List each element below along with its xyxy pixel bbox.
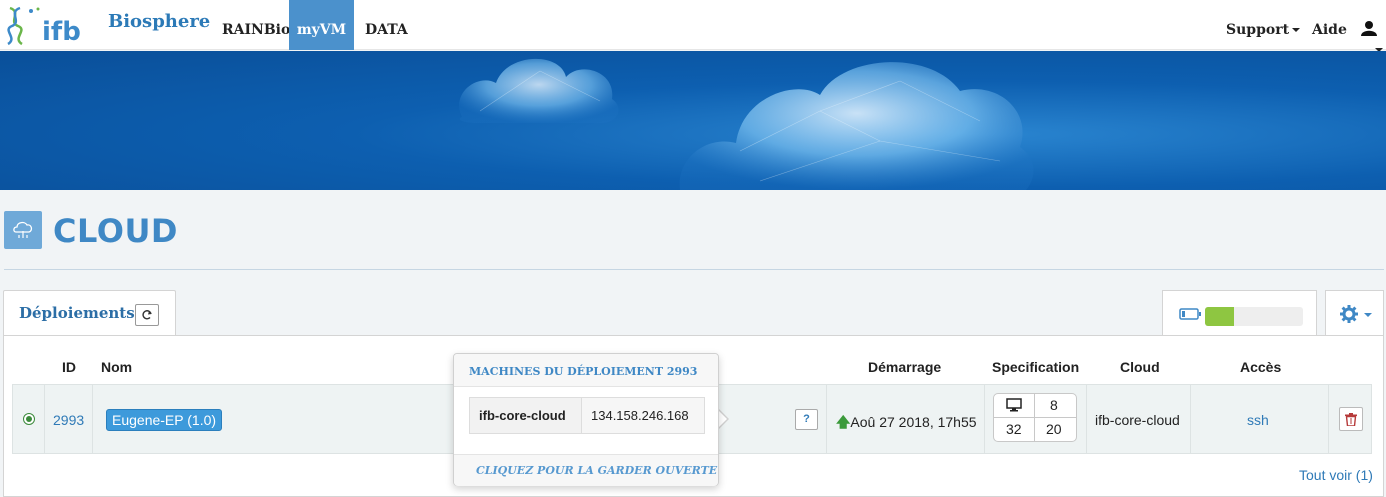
specification-box: 8 32 20 [993, 393, 1077, 442]
refresh-icon [142, 310, 152, 320]
top-navbar: ifb Biosphere RAINBio myVM DATA Support … [0, 0, 1386, 52]
tab-deployments-label: Déploiements [19, 304, 135, 322]
spec-cpu: 32 [1006, 421, 1022, 437]
column-divider [984, 384, 985, 454]
column-header-cloud: Cloud [1120, 359, 1160, 375]
machines-popover[interactable]: MACHINES DU DÉPLOIEMENT 2993 ifb-core-cl… [453, 353, 719, 486]
spec-machines: 8 [1050, 397, 1058, 413]
column-divider [1328, 384, 1329, 454]
delete-button[interactable] [1339, 407, 1363, 431]
battery-icon [1179, 308, 1201, 320]
popover-title: MACHINES DU DÉPLOIEMENT 2993 [469, 365, 698, 378]
column-divider [826, 384, 827, 454]
nav-aide[interactable]: Aide [1312, 0, 1347, 50]
start-date-text: Aoû 27 2018, 17h55 [850, 414, 977, 430]
see-all-link[interactable]: Tout voir (1) [1299, 467, 1373, 483]
hero-banner [0, 51, 1386, 190]
cloud-network-illustration [459, 58, 1034, 190]
monitor-icon [1006, 398, 1022, 412]
deployment-name-badge[interactable]: Eugene-EP (1.0) [106, 409, 223, 431]
ifb-logo[interactable]: ifb [4, 4, 88, 47]
column-header-access: Accès [1240, 359, 1282, 375]
spec-ram: 20 [1046, 421, 1062, 437]
column-divider [1086, 384, 1087, 454]
cloud-name: ifb-core-cloud [1095, 412, 1180, 428]
help-button[interactable]: ? [795, 409, 818, 430]
column-header-spec: Specification [992, 359, 1080, 375]
page-title: CLOUD [53, 212, 178, 250]
machine-ip: 134.158.246.168 [591, 408, 689, 423]
chevron-down-icon [1292, 28, 1301, 32]
column-divider [92, 384, 93, 454]
deployment-id-link[interactable]: 2993 [53, 412, 84, 428]
status-running-icon [23, 413, 35, 425]
title-divider [4, 269, 1384, 270]
user-menu[interactable] [1361, 20, 1385, 52]
nav-support-label: Support [1226, 22, 1290, 38]
column-divider [1190, 384, 1191, 454]
start-date: 🡅Aoû 27 2018, 17h55 [836, 412, 977, 436]
nav-myvm[interactable]: myVM [289, 0, 354, 50]
gear-icon [1340, 305, 1358, 323]
column-header-id: ID [62, 359, 76, 375]
popover-header: MACHINES DU DÉPLOIEMENT 2993 [454, 354, 718, 387]
trash-icon [1345, 413, 1357, 426]
nav-data[interactable]: DATA [365, 0, 408, 50]
machine-name-cell: ifb-core-cloud [470, 398, 582, 433]
keep-open-link[interactable]: CLIQUEZ POUR LA GARDER OUVERTE [476, 464, 717, 477]
chevron-down-icon [1364, 313, 1372, 317]
tab-deployments[interactable]: Déploiements [3, 290, 176, 336]
cloud-upload-icon [4, 211, 42, 249]
column-divider [44, 384, 45, 454]
nav-rainbio[interactable]: RAINBio [222, 0, 290, 50]
ssh-access-link[interactable]: ssh [1247, 412, 1269, 428]
nav-support[interactable]: Support [1226, 0, 1301, 50]
usage-bar [1205, 307, 1303, 326]
usage-bar-fill [1205, 307, 1235, 326]
arrow-up-icon: 🡅 [836, 414, 851, 430]
machine-name: ifb-core-cloud [479, 408, 566, 423]
settings-dropdown[interactable] [1325, 290, 1384, 336]
user-icon [1361, 21, 1377, 36]
usage-meter [1162, 290, 1317, 336]
column-header-start: Démarrage [868, 359, 942, 375]
column-header-name: Nom [101, 359, 133, 375]
machines-table: ifb-core-cloud 134.158.246.168 [469, 397, 705, 434]
popover-footer[interactable]: CLIQUEZ POUR LA GARDER OUVERTE [454, 454, 718, 486]
brand-name[interactable]: Biosphere [108, 11, 210, 32]
svg-text:ifb: ifb [42, 17, 81, 46]
refresh-button[interactable] [135, 304, 159, 326]
